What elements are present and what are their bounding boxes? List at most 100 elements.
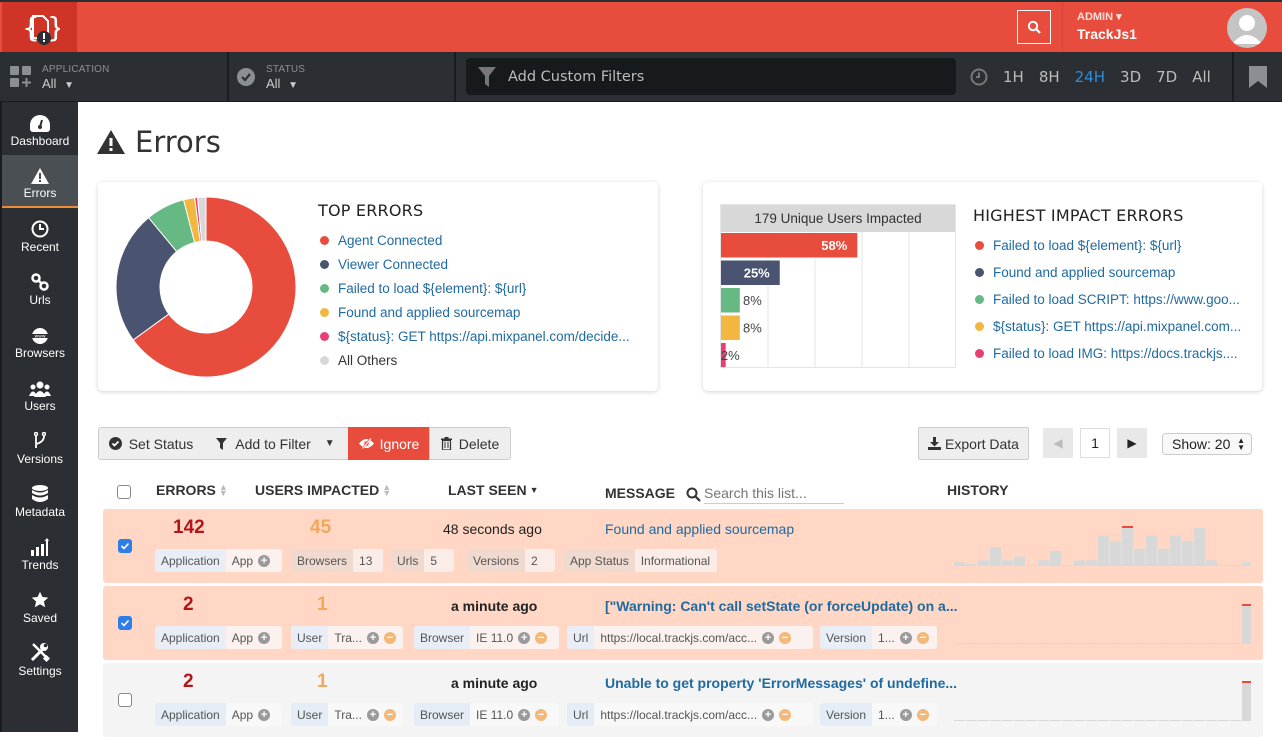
legend-item[interactable]: Failed to load ${element}: ${url} [975, 232, 1241, 259]
add-filter-icon[interactable]: + [258, 554, 271, 567]
exclude-filter-icon[interactable]: − [535, 708, 548, 721]
history-bar[interactable] [1146, 643, 1157, 644]
history-bar[interactable] [1074, 720, 1085, 721]
history-bar[interactable] [1086, 560, 1097, 566]
history-bar[interactable] [1194, 643, 1205, 644]
history-bar[interactable] [1230, 565, 1241, 566]
legend-item[interactable]: ${status}: GET https://api.mixpanel.com/… [320, 324, 630, 348]
legend-item[interactable]: All Others [320, 348, 630, 372]
application-filter[interactable]: APPLICATION All ▼ [10, 52, 110, 102]
history-bar[interactable] [1242, 606, 1251, 644]
legend-item[interactable]: Failed to load IMG: https://docs.trackjs… [975, 340, 1241, 367]
history-bar[interactable] [966, 643, 977, 644]
status-filter[interactable]: STATUS All ▼ [237, 52, 305, 102]
legend-item[interactable]: Found and applied sourcemap [975, 259, 1241, 286]
delete-button[interactable]: Delete [429, 427, 511, 460]
exclude-filter-icon[interactable]: − [916, 708, 929, 721]
history-bar[interactable] [1050, 720, 1061, 721]
range-all[interactable]: All [1192, 68, 1211, 86]
range-24h[interactable]: 24H [1075, 68, 1105, 86]
add-filter-icon[interactable]: + [518, 631, 531, 644]
history-bar[interactable] [1062, 720, 1073, 721]
history-bar[interactable] [1038, 643, 1049, 644]
history-bar[interactable] [1074, 643, 1085, 644]
history-bar[interactable] [1194, 720, 1205, 721]
table-search-input[interactable] [704, 482, 844, 504]
history-bar[interactable] [1038, 560, 1049, 566]
avatar[interactable] [1227, 8, 1267, 48]
sidebar-item-dashboard[interactable]: Dashboard [2, 102, 78, 155]
history-bar[interactable] [990, 643, 1001, 644]
page-number-input[interactable]: 1 [1080, 428, 1110, 458]
exclude-filter-icon[interactable]: − [916, 631, 929, 644]
impact-bar[interactable] [721, 288, 740, 313]
sidebar-item-metadata[interactable]: Metadata [2, 473, 78, 526]
history-bar[interactable] [990, 720, 1001, 721]
set-status-button[interactable]: Set Status [98, 427, 204, 460]
history-bar[interactable] [1074, 560, 1085, 566]
select-all-checkbox[interactable] [117, 485, 131, 499]
error-message-link[interactable]: ["Warning: Can't call setState (or force… [605, 598, 958, 614]
history-bar[interactable] [966, 564, 977, 566]
range-1h[interactable]: 1H [1003, 68, 1024, 86]
history-bar[interactable] [966, 720, 977, 721]
history-bar[interactable] [1002, 720, 1013, 721]
history-bar[interactable] [1170, 720, 1181, 721]
range-8h[interactable]: 8H [1039, 68, 1060, 86]
error-message-link[interactable]: Found and applied sourcemap [605, 521, 794, 537]
add-filter-icon[interactable]: + [366, 708, 379, 721]
legend-link[interactable]: ${status}: GET https://api.mixpanel.com/… [338, 329, 630, 344]
add-to-filter-button[interactable]: Add to Filter ▼ [203, 427, 349, 460]
legend-link[interactable]: All Others [338, 353, 397, 368]
history-bar[interactable] [1050, 550, 1061, 566]
history-bar[interactable] [1218, 565, 1229, 566]
history-bar[interactable] [990, 547, 1001, 566]
history-bar[interactable] [1158, 548, 1169, 566]
exclude-filter-icon[interactable]: − [383, 708, 396, 721]
history-bar[interactable] [1062, 565, 1073, 566]
history-bar[interactable] [1014, 643, 1025, 644]
history-bar[interactable] [1002, 643, 1013, 644]
history-bar[interactable] [1014, 556, 1025, 567]
history-bar[interactable] [1242, 562, 1251, 566]
legend-link[interactable]: Failed to load IMG: https://docs.trackjs… [993, 346, 1238, 361]
sidebar-item-trends[interactable]: Trends [2, 526, 78, 579]
exclude-filter-icon[interactable]: − [779, 708, 792, 721]
history-bar[interactable] [1134, 548, 1145, 566]
saved-filters-button[interactable] [1232, 52, 1282, 102]
error-message-link[interactable]: Unable to get property 'ErrorMessages' o… [605, 675, 957, 691]
history-bar[interactable] [1218, 643, 1229, 644]
history-bar[interactable] [954, 562, 965, 566]
history-bar[interactable] [1134, 643, 1145, 644]
legend-link[interactable]: Failed to load ${element}: ${url} [993, 238, 1181, 253]
history-bar[interactable] [1134, 720, 1145, 721]
exclude-filter-icon[interactable]: − [535, 631, 548, 644]
history-bar[interactable] [1230, 643, 1241, 644]
history-bar[interactable] [1098, 720, 1109, 721]
history-bar[interactable] [954, 643, 965, 644]
page-size-select[interactable]: Show: 20 ▲ ▼ [1162, 433, 1252, 455]
history-bar[interactable] [1194, 528, 1205, 566]
table-row[interactable]: 142 45 48 seconds ago Found and applied sou… [103, 509, 1263, 583]
history-bar[interactable] [1026, 643, 1037, 644]
history-bar[interactable] [1230, 720, 1241, 721]
history-bar[interactable] [1026, 565, 1037, 566]
sidebar-item-browsers[interactable]: www Browsers [2, 314, 78, 367]
history-bar[interactable] [1158, 720, 1169, 721]
history-bar[interactable] [954, 720, 965, 721]
role-dropdown[interactable]: ADMIN ▾ [1077, 10, 1122, 23]
history-bar[interactable] [1122, 720, 1133, 721]
history-bar[interactable] [978, 560, 989, 566]
history-bar[interactable] [1182, 541, 1193, 566]
errors-column-header[interactable]: ERRORS ▲ ▼ [156, 482, 228, 498]
history-bar[interactable] [1002, 560, 1013, 566]
add-filter-icon[interactable]: + [762, 631, 775, 644]
table-row[interactable]: 2 1 a minute ago Unable to get property 'Er… [103, 663, 1263, 737]
history-bar[interactable] [1170, 643, 1181, 644]
sidebar-item-urls[interactable]: Urls [2, 261, 78, 314]
history-bar[interactable] [1098, 643, 1109, 644]
legend-link[interactable]: Failed to load ${element}: ${url} [338, 281, 526, 296]
history-bar[interactable] [1050, 643, 1061, 644]
legend-link[interactable]: Viewer Connected [338, 257, 448, 272]
legend-link[interactable]: Agent Connected [338, 233, 442, 248]
